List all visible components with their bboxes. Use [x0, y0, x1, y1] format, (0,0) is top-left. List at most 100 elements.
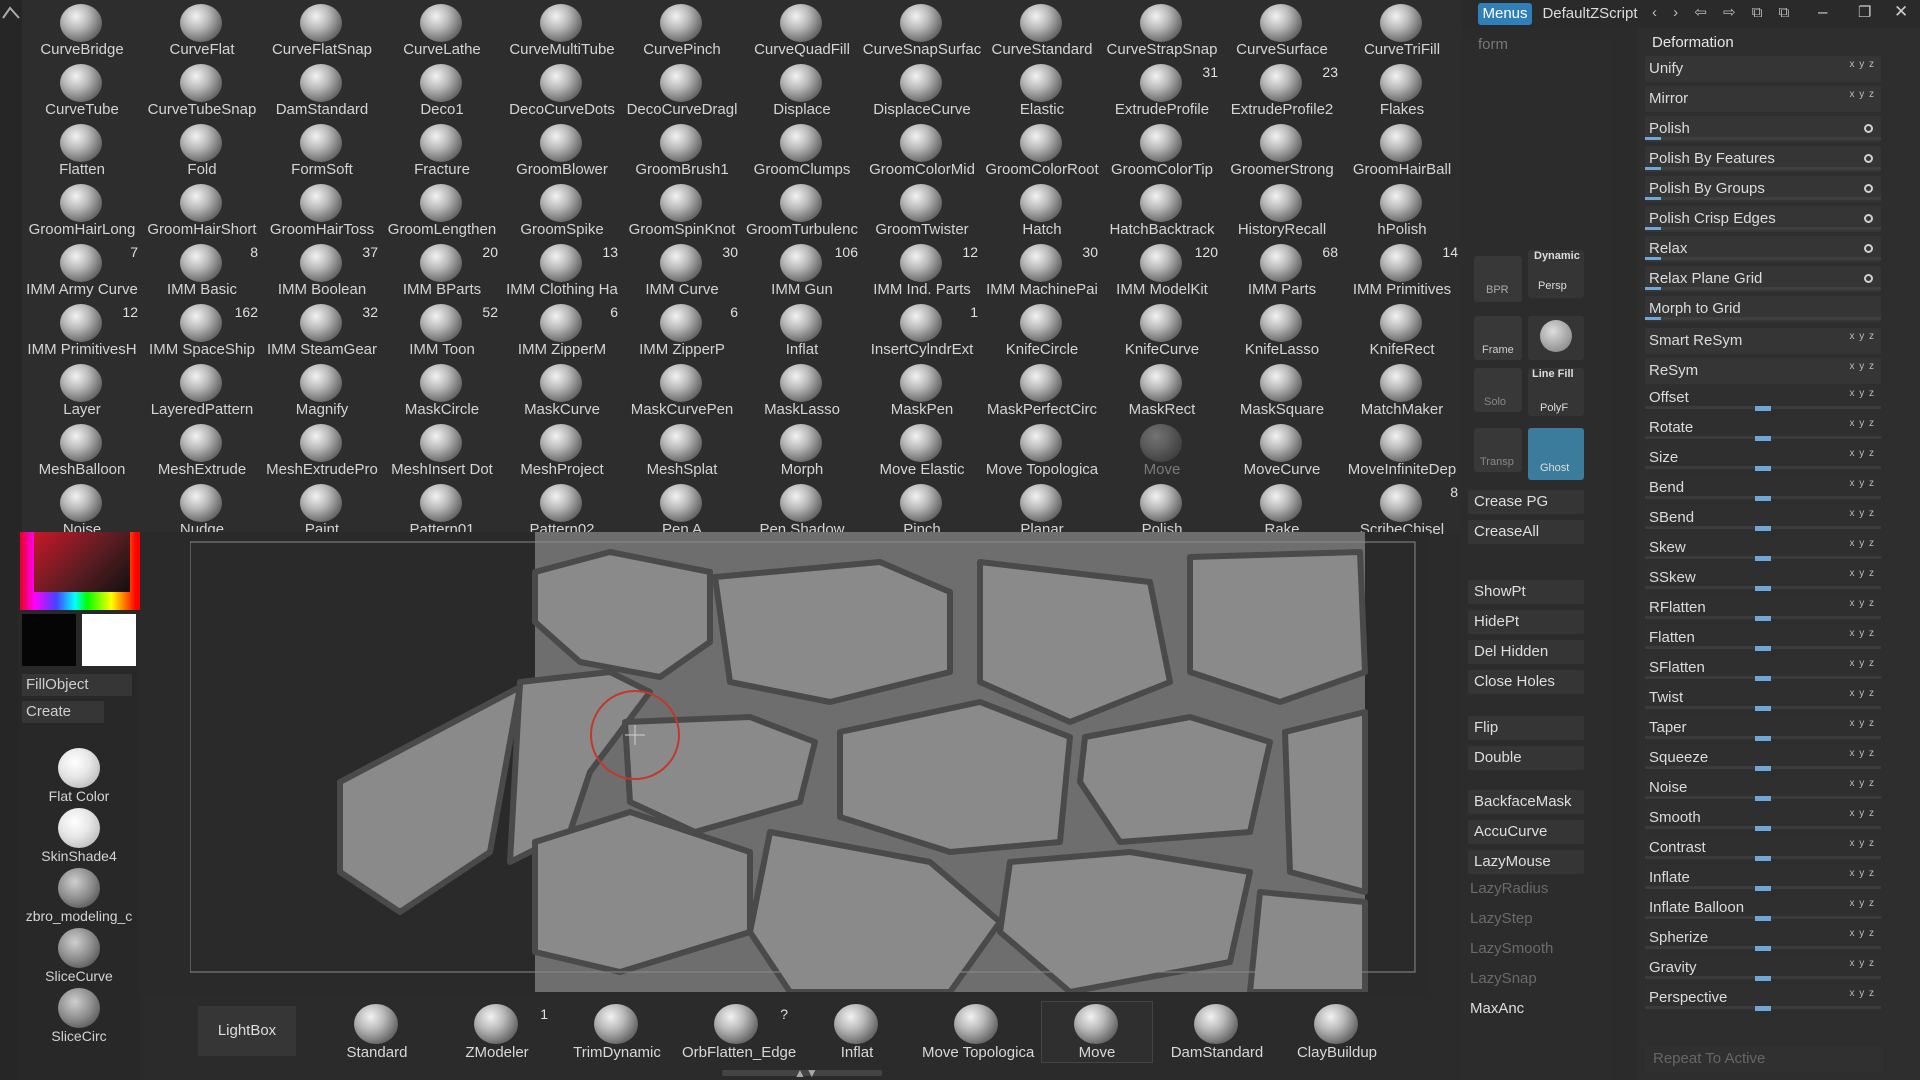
shelf-brush-damstandard[interactable]: DamStandard	[1162, 1002, 1272, 1062]
brush-curvestrapsnap[interactable]: CurveStrapSnap	[1102, 0, 1222, 60]
brush-meshproject[interactable]: MeshProject	[502, 420, 622, 480]
axis-toggle-icon[interactable]: x y z	[1849, 418, 1875, 429]
material-zbro-modeling-c[interactable]: zbro_modeling_c	[18, 864, 140, 924]
slider-knob[interactable]	[1755, 676, 1771, 681]
axis-toggle-icon[interactable]: x y z	[1849, 808, 1875, 819]
deform-unify-button[interactable]: Unify x y z	[1645, 56, 1881, 82]
deform-gravity-slider[interactable]: Gravity x y z	[1645, 955, 1881, 981]
deform-size-slider[interactable]: Size x y z	[1645, 445, 1881, 471]
brush-moveinfinitedep[interactable]: MoveInfiniteDep	[1342, 420, 1462, 480]
brush-hpolish[interactable]: hPolish	[1342, 180, 1462, 240]
tool-crease-pg-button[interactable]: Crease PG	[1468, 490, 1584, 514]
slider-knob[interactable]	[1755, 796, 1771, 801]
brush-damstandard[interactable]: DamStandard	[262, 60, 382, 120]
brush-displace[interactable]: Displace	[742, 60, 862, 120]
brush-meshinsert-dot[interactable]: MeshInsert Dot	[382, 420, 502, 480]
deform-option-icon[interactable]	[1864, 274, 1873, 283]
brush-groomclumps[interactable]: GroomClumps	[742, 120, 862, 180]
sculpt-canvas[interactable]	[190, 532, 1430, 992]
brush-maskcurvepen[interactable]: MaskCurvePen	[622, 360, 742, 420]
slider-knob[interactable]	[1755, 526, 1771, 531]
axis-toggle-icon[interactable]: x y z	[1849, 568, 1875, 579]
slider-knob[interactable]	[1755, 706, 1771, 711]
brush-planar[interactable]: Planar	[982, 480, 1102, 540]
deform-slider-bar[interactable]	[1645, 257, 1881, 260]
brush-move-elastic[interactable]: Move Elastic	[862, 420, 982, 480]
brush-curvetrifill[interactable]: CurveTriFill	[1342, 0, 1462, 60]
deform-twist-slider[interactable]: Twist x y z	[1645, 685, 1881, 711]
brush-groomhairshort[interactable]: GroomHairShort	[142, 180, 262, 240]
brush-decocurvedragl[interactable]: DecoCurveDragl	[622, 60, 742, 120]
brush-curveflat[interactable]: CurveFlat	[142, 0, 262, 60]
brush-imm-steamgear[interactable]: IMM SteamGear 32	[262, 300, 382, 360]
brush-curvepinch[interactable]: CurvePinch	[622, 0, 742, 60]
brush-curvetubesnap[interactable]: CurveTubeSnap	[142, 60, 262, 120]
slider-knob[interactable]	[1755, 766, 1771, 771]
brush-flatten[interactable]: Flatten	[22, 120, 142, 180]
axis-toggle-icon[interactable]: x y z	[1849, 598, 1875, 609]
material-skinshade4[interactable]: SkinShade4	[18, 804, 140, 864]
move-view-button[interactable]	[1528, 316, 1584, 360]
brush-fracture[interactable]: Fracture	[382, 120, 502, 180]
lazy-slider-lazysnap[interactable]: LazySnap	[1470, 970, 1537, 987]
material-flat-color[interactable]: Flat Color	[18, 744, 140, 804]
brush-imm-zipperm[interactable]: IMM ZipperM 6	[502, 300, 622, 360]
brush-matchmaker[interactable]: MatchMaker	[1342, 360, 1462, 420]
deform-rflatten-slider[interactable]: RFlatten x y z	[1645, 595, 1881, 621]
deform-inflate-balloon-slider[interactable]: Inflate Balloon x y z	[1645, 895, 1881, 921]
axis-toggle-icon[interactable]: x y z	[1849, 448, 1875, 459]
brush-masksquare[interactable]: MaskSquare	[1222, 360, 1342, 420]
brush-hatch[interactable]: Hatch	[982, 180, 1102, 240]
deform-squeeze-slider[interactable]: Squeeze x y z	[1645, 745, 1881, 771]
brush-extrudeprofile[interactable]: ExtrudeProfile 31	[1102, 60, 1222, 120]
brush-magnify[interactable]: Magnify	[262, 360, 382, 420]
slider-knob[interactable]	[1755, 976, 1771, 981]
brush-groomhairball[interactable]: GroomHairBall	[1342, 120, 1462, 180]
brush-curvequadfill[interactable]: CurveQuadFill	[742, 0, 862, 60]
deform-polish-crisp-edges-button[interactable]: Polish Crisp Edges	[1645, 206, 1881, 232]
brush-groombrush1[interactable]: GroomBrush1	[622, 120, 742, 180]
axis-toggle-icon[interactable]: x y z	[1849, 658, 1875, 669]
axis-toggle-icon[interactable]: x y z	[1849, 89, 1875, 100]
slider-knob[interactable]	[1755, 946, 1771, 951]
deform-bend-slider[interactable]: Bend x y z	[1645, 475, 1881, 501]
brush-extrudeprofile2[interactable]: ExtrudeProfile2 23	[1222, 60, 1342, 120]
tool-del-hidden-button[interactable]: Del Hidden	[1468, 640, 1584, 664]
brush-morph[interactable]: Morph	[742, 420, 862, 480]
brush-imm-boolean[interactable]: IMM Boolean 37	[262, 240, 382, 300]
brush-elastic[interactable]: Elastic	[982, 60, 1102, 120]
axis-toggle-icon[interactable]: x y z	[1849, 928, 1875, 939]
brush-fold[interactable]: Fold	[142, 120, 262, 180]
brush-imm-parts[interactable]: IMM Parts 68	[1222, 240, 1342, 300]
deform-rotate-slider[interactable]: Rotate x y z	[1645, 415, 1881, 441]
deform-offset-slider[interactable]: Offset x y z	[1645, 385, 1881, 411]
menus-button[interactable]: Menus	[1478, 3, 1532, 25]
deform-option-icon[interactable]	[1864, 214, 1873, 223]
brush-maskcircle[interactable]: MaskCircle	[382, 360, 502, 420]
brush-knifelasso[interactable]: KnifeLasso	[1222, 300, 1342, 360]
brush-historyrecall[interactable]: HistoryRecall	[1222, 180, 1342, 240]
brush-groomhairtoss[interactable]: GroomHairToss	[262, 180, 382, 240]
deform-smart-resym-button[interactable]: Smart ReSym x y z	[1645, 328, 1881, 354]
brush-curvebridge[interactable]: CurveBridge	[22, 0, 142, 60]
brush-curvesnapsurfac[interactable]: CurveSnapSurfac	[862, 0, 982, 60]
lazy-slider-lazysmooth[interactable]: LazySmooth	[1470, 940, 1553, 957]
brush-nudge[interactable]: Nudge	[142, 480, 262, 540]
deform-slider-bar[interactable]	[1645, 227, 1881, 230]
axis-toggle-icon[interactable]: x y z	[1849, 898, 1875, 909]
axis-toggle-icon[interactable]: x y z	[1849, 331, 1875, 342]
deform-slider-bar[interactable]	[1645, 137, 1881, 140]
lazy-slider-lazystep[interactable]: LazyStep	[1470, 910, 1533, 927]
brush-flakes[interactable]: Flakes	[1342, 60, 1462, 120]
brush-deco1[interactable]: Deco1	[382, 60, 502, 120]
brush-maskrect[interactable]: MaskRect	[1102, 360, 1222, 420]
bpr-button[interactable]: BPR	[1474, 256, 1522, 302]
brush-imm-clothing-ha[interactable]: IMM Clothing Ha 13	[502, 240, 622, 300]
slider-knob[interactable]	[1755, 586, 1771, 591]
minimize-icon[interactable]: –	[1818, 2, 1827, 22]
brush-imm-modelkit[interactable]: IMM ModelKit 120	[1102, 240, 1222, 300]
axis-toggle-icon[interactable]: x y z	[1849, 838, 1875, 849]
secondary-color-swatch[interactable]	[22, 614, 76, 666]
axis-toggle-icon[interactable]: x y z	[1849, 958, 1875, 969]
lightbox-button[interactable]: LightBox	[198, 1006, 296, 1056]
